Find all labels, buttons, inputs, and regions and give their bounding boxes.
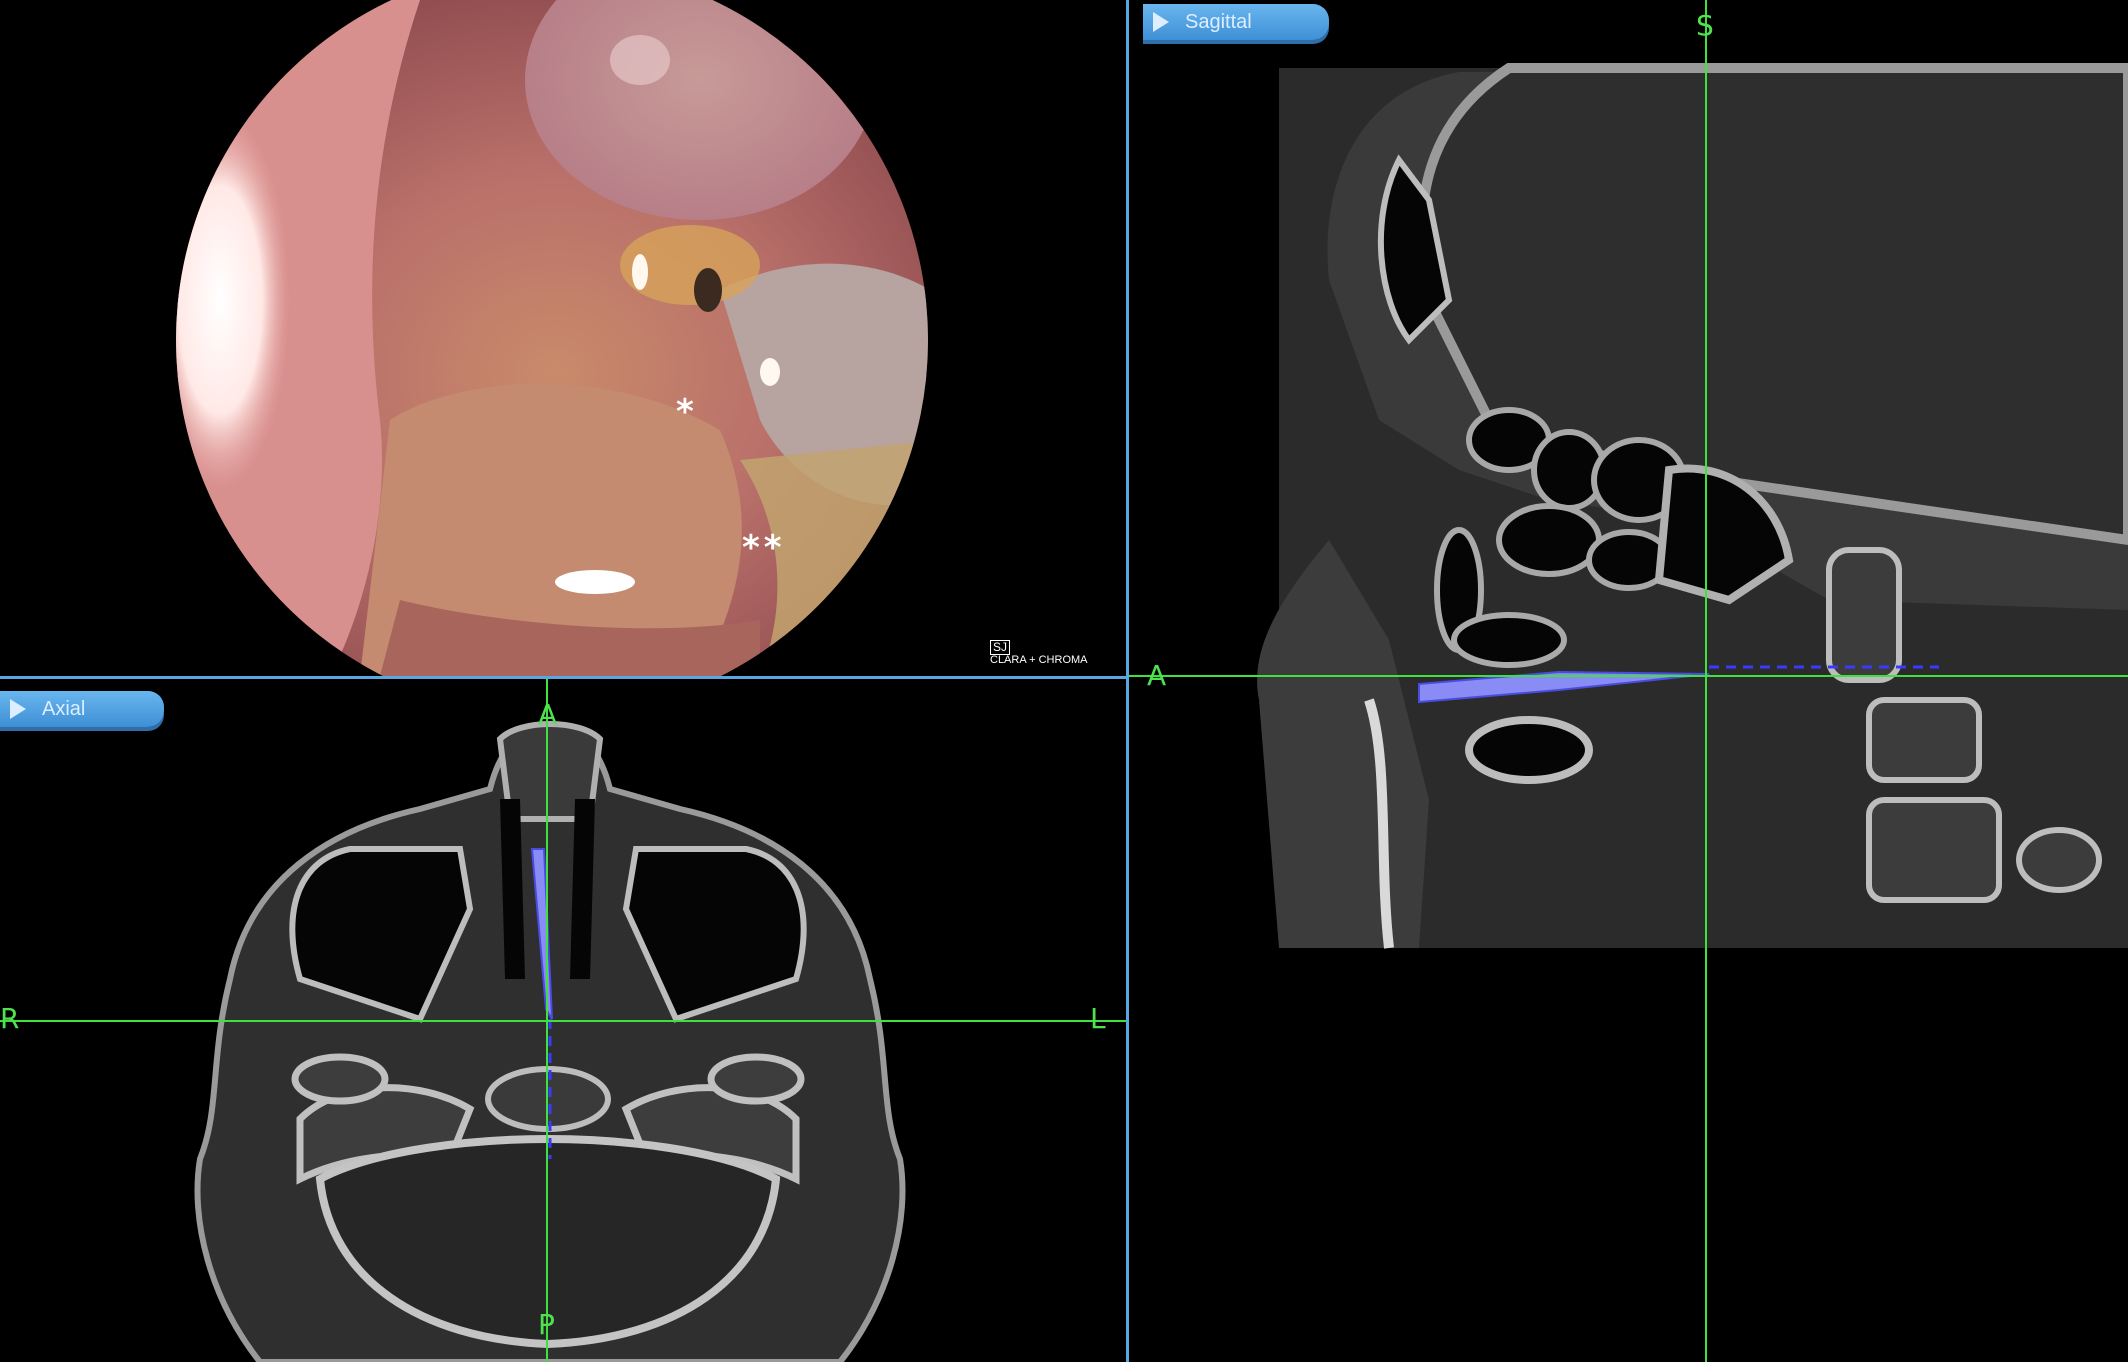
axial-crosshair-horizontal: [0, 1020, 1126, 1022]
orient-left: L: [1090, 1002, 1106, 1035]
play-icon: [10, 699, 26, 719]
sagittal-view: Sagittal S A: [1129, 0, 2128, 1362]
logo-box: SJ: [990, 640, 1011, 655]
orient-anterior: A: [1147, 659, 1167, 692]
tab-sagittal-label: Sagittal: [1185, 10, 1252, 33]
orient-anterior: A: [538, 698, 558, 731]
tumor-marker-double: **: [742, 528, 786, 568]
tab-axial-label: Axial: [42, 697, 86, 720]
tumor-marker-single: *: [676, 392, 698, 432]
pane-divider-horizontal[interactable]: [0, 676, 1126, 679]
pane-divider-vertical[interactable]: [1126, 0, 1129, 1362]
sagittal-crosshair-vertical: [1705, 0, 1707, 1362]
orient-posterior: P: [538, 1308, 555, 1341]
axial-view: Axial A R L P: [0, 679, 1126, 1362]
orient-right: R: [0, 1002, 20, 1035]
play-icon: [1153, 12, 1169, 32]
sagittal-crosshair-horizontal: [1129, 675, 2128, 677]
sagittal-ct-image: [1129, 0, 2128, 1362]
endoscope-view: * ** SJ CLARA + CHROMA: [0, 0, 1126, 676]
logo-text: CLARA + CHROMA: [990, 653, 1088, 666]
orient-superior: S: [1696, 9, 1714, 42]
tab-sagittal[interactable]: Sagittal: [1143, 4, 1329, 40]
endoscope-image: [0, 0, 1126, 676]
tab-axial[interactable]: Axial: [0, 691, 164, 727]
endoscope-logo: SJ CLARA + CHROMA: [990, 640, 1088, 666]
